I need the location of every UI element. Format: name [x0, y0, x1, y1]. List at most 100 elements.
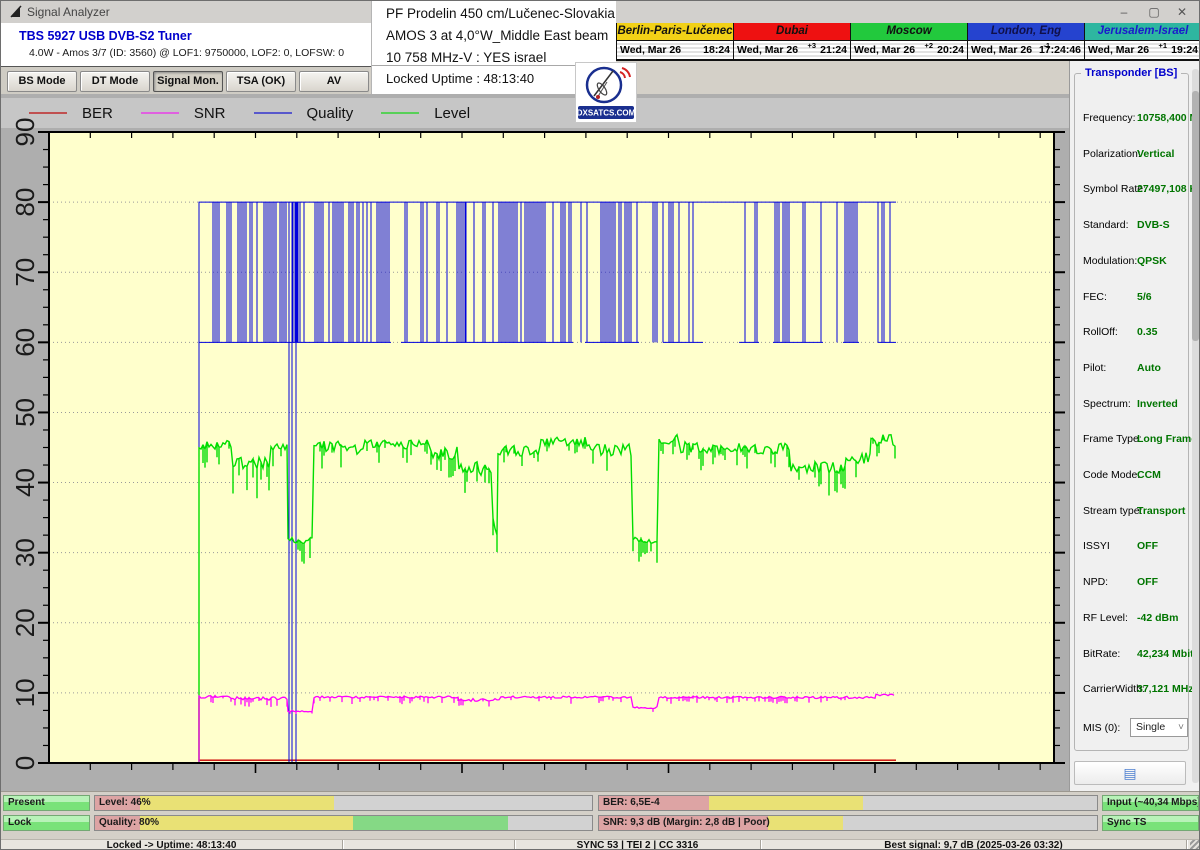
param-label: Frame Type: — [1083, 433, 1142, 445]
sidebar-scrollbar[interactable] — [1192, 69, 1199, 783]
indicator-sync-ts: Sync TS — [1102, 815, 1199, 831]
clock-jerusalem-israel: Jerusalem-IsraelWed, Mar 26+119:24 — [1084, 23, 1200, 59]
param-value: Vertical — [1137, 148, 1174, 160]
indicator-present: Present — [3, 795, 90, 811]
param-label: RollOff: — [1083, 326, 1118, 338]
param-label: BitRate: — [1083, 648, 1120, 660]
svg-text:DXSATCS.COM: DXSATCS.COM — [577, 109, 636, 118]
mis-dropdown[interactable]: Single ˅ — [1130, 718, 1188, 737]
table-icon: ▤ — [1123, 765, 1136, 781]
svg-text:90: 90 — [10, 118, 40, 147]
locked-uptime-text: Locked Uptime : 48:13:40 — [386, 71, 534, 86]
gauge-ber: BER: 6,5E-4 — [598, 795, 1098, 811]
param-value: -42 dBm — [1137, 612, 1178, 624]
tab-av-stopped-[interactable]: AV (Stopped) — [299, 71, 369, 92]
tab-tsa-ok-[interactable]: TSA (OK) — [226, 71, 296, 92]
param-value: QPSK — [1137, 255, 1167, 267]
gauge-segment-yellow — [768, 816, 843, 830]
param-label: Frequency: — [1083, 112, 1136, 124]
plot-area — [49, 132, 1054, 763]
signal-plot: 0102030405060708090 — [1, 94, 1069, 791]
transponder-title: Transponder [BS] — [1081, 67, 1181, 79]
indicator-label: Sync TS — [1107, 817, 1146, 828]
transponder-sidebar: Transponder [BS] Frequency:10758,400 MHz… — [1069, 61, 1200, 791]
param-label: NPD: — [1083, 576, 1108, 588]
param-label: RF Level: — [1083, 612, 1128, 624]
clock-time-value: 17:24:46 — [1039, 44, 1081, 56]
gauge-segment-yellow — [140, 816, 354, 830]
param-label: Stream type: — [1083, 505, 1143, 517]
clock-date: Wed, Mar 26 — [854, 44, 915, 56]
gauge-label: SNR: 9,3 dB (Margin: 2,8 dB | Poor) — [603, 817, 770, 828]
clock-city: Berlin-Paris-Lučenec — [617, 23, 733, 41]
mis-selected-value: Single — [1136, 721, 1165, 733]
param-value: 42,234 Mbit/s — [1137, 648, 1200, 660]
satellite-line: AMOS 3 at 4,0°W_Middle East beam — [386, 28, 608, 43]
indicator-label: Present — [8, 797, 45, 808]
minimize-button[interactable]: – — [1111, 3, 1137, 21]
tab-bs-mode[interactable]: BS Mode — [7, 71, 77, 92]
gauge-segment-green — [353, 816, 507, 830]
svg-text:30: 30 — [10, 538, 40, 567]
param-label: FEC: — [1083, 291, 1107, 303]
tab-signal-mon-[interactable]: Signal Mon. — [153, 71, 223, 92]
indicator-bars-panel: Present Level: 46% BER: 6,5E-4 Input (~40,3… — [1, 791, 1200, 839]
clock-time-row: Wed, Mar 26+119:24 — [1085, 41, 1200, 59]
clock-city: Moscow — [851, 23, 967, 41]
resize-grip-icon[interactable] — [1190, 840, 1200, 850]
gauge-snr: SNR: 9,3 dB (Margin: 2,8 dB | Poor) — [598, 815, 1098, 831]
param-value: OFF — [1137, 576, 1158, 588]
tuner-subtitle: 4.0W - Amos 3/7 (ID: 3560) @ LOF1: 97500… — [29, 47, 344, 59]
clock-time-row: Wed, Mar 26-117:24:46 — [968, 41, 1084, 59]
close-button[interactable]: ✕ — [1169, 3, 1195, 21]
tab-dt-mode[interactable]: DT Mode — [80, 71, 150, 92]
param-value: CCM — [1137, 469, 1161, 481]
chevron-down-icon: ˅ — [1178, 719, 1184, 736]
scrollbar-thumb[interactable] — [1192, 91, 1199, 341]
gauge-segment-yellow — [140, 796, 334, 810]
clock-utc-offset: +2 — [924, 41, 933, 50]
gauge-label: Level: 46% — [99, 797, 151, 808]
param-value: 5/6 — [1137, 291, 1152, 303]
gauge-segment-yellow — [709, 796, 863, 810]
param-label: Modulation: — [1083, 255, 1137, 267]
clock-utc-offset: +3 — [807, 41, 816, 50]
indicator-label: Lock — [8, 817, 31, 828]
mis-label: MIS (0): — [1083, 722, 1120, 734]
gauge-label: BER: 6,5E-4 — [603, 797, 660, 808]
param-value: Long Frame — [1137, 433, 1197, 445]
clock-date: Wed, Mar 26 — [971, 44, 1032, 56]
gauge-level: Level: 46% — [94, 795, 593, 811]
svg-text:50: 50 — [10, 398, 40, 427]
status-bar: Locked -> Uptime: 48:13:40SYNC 53 | TEI … — [1, 839, 1200, 850]
param-value: 10758,400 MHz — [1137, 112, 1200, 124]
maximize-button[interactable]: ▢ — [1141, 3, 1167, 21]
param-value: Transport — [1137, 505, 1185, 517]
param-label: Standard: — [1083, 219, 1129, 231]
clock-time-row: Wed, Mar 26+321:24 — [734, 41, 850, 59]
clock-time-row: Wed, Mar 26 +2 20:24 — [851, 41, 967, 59]
dxsatcs-logo: DXSATCS.COM — [575, 62, 637, 123]
param-value: Inverted — [1137, 398, 1178, 410]
param-label: Polarization: — [1083, 148, 1141, 160]
status-segment: Best signal: 9,7 dB (2025-03-26 03:32) — [761, 840, 1187, 850]
transponder-groupbox: Transponder [BS] Frequency:10758,400 MHz… — [1074, 73, 1189, 751]
status-segment: Locked -> Uptime: 48:13:40 — [1, 840, 343, 850]
param-value: 0.35 — [1137, 326, 1157, 338]
clock-time-value: 20:24 — [937, 44, 964, 56]
clock-time-value: 21:24 — [820, 44, 847, 56]
transponder-detail-button[interactable]: ▤ — [1074, 761, 1186, 785]
clock-date: Wed, Mar 26 — [1088, 44, 1149, 56]
clock-moscow: Moscow Wed, Mar 26 +2 20:24 — [850, 23, 967, 59]
status-segment — [343, 840, 515, 850]
indicator-input-40-34-mbps-: Input (~40,34 Mbps) — [1102, 795, 1199, 811]
indicator-label: Input (~40,34 Mbps) — [1107, 797, 1199, 808]
param-value: 27497,108 KS/s — [1137, 183, 1200, 195]
param-value: Auto — [1137, 362, 1161, 374]
gauge-quality: Quality: 80% — [94, 815, 593, 831]
clock-city: Dubai — [734, 23, 850, 41]
clock-berlin-paris-lu-enec: Berlin-Paris-LučenecWed, Mar 2618:24 — [616, 23, 733, 59]
svg-text:70: 70 — [10, 258, 40, 287]
clock-time-value: 18:24 — [703, 44, 730, 56]
clock-dubai: DubaiWed, Mar 26+321:24 — [733, 23, 850, 59]
